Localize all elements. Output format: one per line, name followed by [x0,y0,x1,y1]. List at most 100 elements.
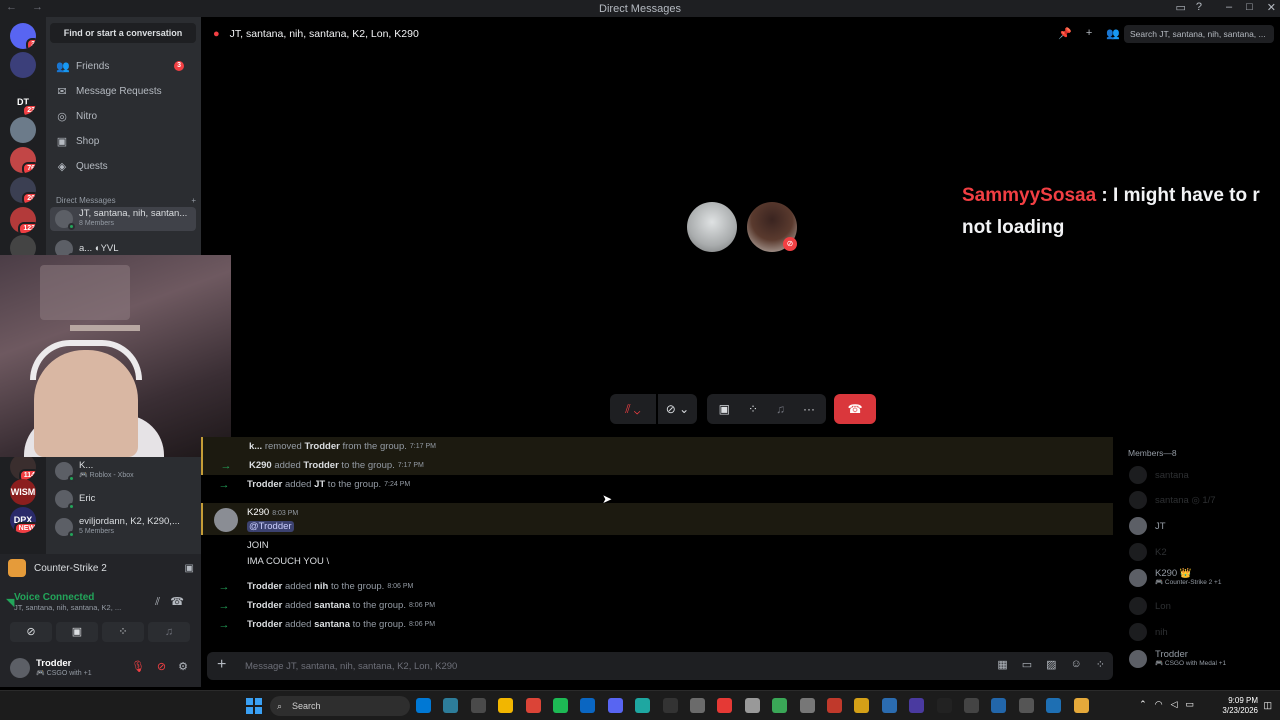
avatar[interactable] [10,658,30,678]
taskbar-app-icon[interactable] [936,698,952,713]
server-icon[interactable]: DPX NEW [10,507,36,533]
pin-icon[interactable]: 📌 [1058,27,1072,40]
server-icon[interactable]: WISM [10,479,36,505]
add-dm-icon[interactable]: + [191,196,196,205]
volume-icon[interactable]: ◁ [1171,699,1178,710]
member-item[interactable]: JT [1129,516,1279,536]
actor-name[interactable]: Trodder [247,600,282,611]
apps-icon[interactable]: ⁘ [1096,658,1105,671]
screen-share-icon[interactable]: ▣ [185,563,194,574]
taskbar-app-icon[interactable] [827,698,842,713]
dm-item[interactable]: Eric [50,487,196,511]
current-user[interactable]: Trodder 🎮 CSGO with +1 🎙 ⊘ ⚙ [10,654,194,682]
member-item[interactable]: K2 [1129,542,1279,562]
sidebar-item-message-requests[interactable]: ✉ Message Requests [50,80,196,102]
actor-name[interactable]: Trodder [247,581,282,592]
taskbar-app-icon[interactable] [1046,698,1062,713]
taskbar-app-icon[interactable] [470,698,486,713]
voice-connected-label[interactable]: Voice Connected [14,592,194,603]
target-name[interactable]: Trodder [303,460,338,471]
minimize-icon[interactable]: – [1226,1,1232,14]
activities-button[interactable]: ⁘ [102,622,144,642]
add-attachment-icon[interactable]: + [217,656,226,674]
message-author[interactable]: K290 [247,507,269,518]
server-icon[interactable]: 114 [10,454,36,480]
dm-item[interactable]: eviljordann, K2, K290,... 5 Members [50,515,196,539]
taskbar-clock[interactable]: 9:09 PM 3/23/2026 [1222,696,1258,716]
taskbar-app-icon[interactable] [525,698,541,713]
target-name[interactable]: Trodder [304,441,339,452]
maximize-icon[interactable]: □ [1246,1,1253,14]
member-item[interactable]: K290 👑 🎮 Counter-Strike 2 +1 [1129,568,1279,588]
sidebar-item-quests[interactable]: ◈ Quests [50,155,196,177]
server-icon[interactable] [10,52,36,78]
taskbar-app-icon[interactable] [443,698,459,713]
message-input[interactable] [245,657,945,675]
taskbar-app-icon[interactable] [964,698,979,713]
camera-toggle-button[interactable]: ⊘ ⌄ [657,394,698,424]
notification-icon[interactable]: ◫ [1263,700,1272,711]
mute-toggle-button[interactable]: ⫽ ⌄ [610,394,656,424]
start-icon[interactable] [246,698,262,714]
soundboard-button[interactable]: ♫ [148,622,190,642]
inbox-icon[interactable]: ▭ [1175,1,1185,14]
taskbar-app-icon[interactable] [854,698,870,713]
activity-row[interactable]: Counter-Strike 2 ▣ [8,558,194,578]
taskbar-app-icon[interactable] [662,698,678,713]
actor-name[interactable]: Trodder [247,619,282,630]
member-item[interactable]: Trodder 🎮 CSGO with Medal +1 [1129,649,1279,669]
deafen-icon[interactable]: ⊘ [157,660,166,673]
member-item[interactable]: Lon [1129,596,1279,616]
taskbar-search[interactable]: ⌕ Search [270,696,410,716]
gear-icon[interactable]: ⚙ [178,660,188,673]
add-member-icon[interactable]: + [1086,27,1092,40]
screen-share-button[interactable]: ▣ [56,622,98,642]
user-mention[interactable]: @Trodder [247,521,294,532]
sidebar-item-nitro[interactable]: ◎ Nitro [50,105,196,127]
actor-name[interactable]: Trodder [247,479,282,490]
close-icon[interactable]: ✕ [1267,1,1276,14]
member-item[interactable]: nih [1129,622,1279,642]
mute-icon[interactable]: 🎙 [131,660,145,673]
activities-icon[interactable]: ⁘ [748,402,758,416]
actor-name[interactable]: K290 [249,460,272,471]
taskbar-app-icon[interactable] [799,698,815,713]
server-icon[interactable]: 123 [10,207,36,233]
actor-name[interactable]: k... [249,441,262,452]
voice-channel-name[interactable]: JT, santana, nih, santana, K2, ... [14,603,194,612]
sidebar-item-shop[interactable]: ▣ Shop [50,130,196,152]
target-name[interactable]: JT [314,479,325,490]
camera-button[interactable]: ⊘ [10,622,52,642]
server-icon[interactable]: DT 23 [10,89,36,115]
member-list-icon[interactable]: 👥 [1106,27,1120,40]
sidebar-item-friends[interactable]: 👥 Friends 3 [50,55,196,77]
gif-icon[interactable]: ▭ [1022,658,1032,671]
find-conversation-button[interactable]: Find or start a conversation [50,23,196,43]
sticker-icon[interactable]: ▨ [1046,658,1056,671]
battery-icon[interactable]: ▭ [1185,699,1194,710]
taskbar-app-icon[interactable] [553,698,568,713]
target-name[interactable]: santana [314,619,350,630]
taskbar-app-icon[interactable] [498,698,514,713]
more-options-icon[interactable]: ··· [803,402,815,416]
screen-share-icon[interactable]: ▣ [719,402,730,416]
target-name[interactable]: santana [314,600,350,611]
taskbar-app-icon[interactable] [744,698,760,713]
taskbar-app-icon[interactable] [580,698,596,713]
server-icon[interactable]: 20 [10,177,36,203]
taskbar-app-icon[interactable] [416,698,431,713]
wifi-icon[interactable]: ◠ [1155,699,1163,710]
disconnect-icon[interactable]: ☎ [170,595,184,608]
taskbar-app-icon[interactable] [991,698,1007,713]
taskbar-app-icon[interactable] [1018,698,1034,713]
emoji-icon[interactable]: ☺ [1071,658,1082,671]
soundboard-icon[interactable]: ♫ [776,402,785,416]
taskbar-app-icon[interactable] [635,698,651,713]
taskbar-app-icon[interactable] [1073,698,1089,713]
noise-suppression-icon[interactable]: ⫽ [155,596,160,609]
taskbar-app-icon[interactable] [607,698,623,713]
call-participant-avatar[interactable] [687,202,737,252]
history-nav[interactable]: ← → [6,1,49,13]
member-item[interactable]: santana ◎ 1/7 [1129,490,1279,510]
taskbar-app-icon[interactable] [717,698,733,713]
